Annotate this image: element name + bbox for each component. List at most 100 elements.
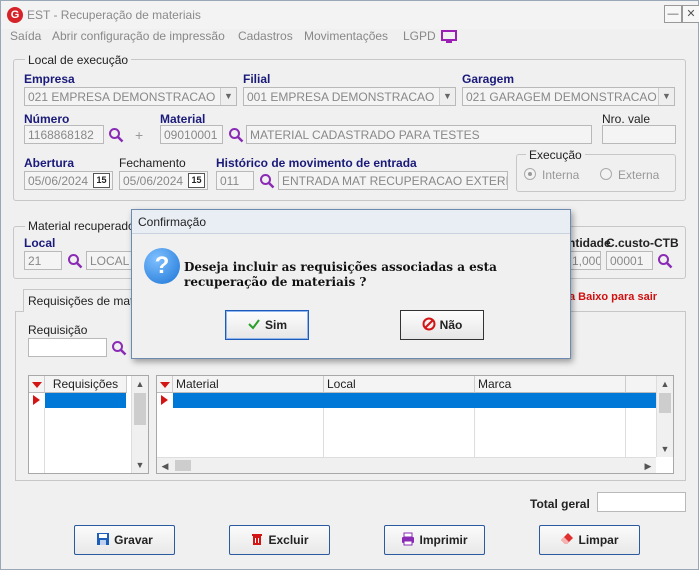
imprimir-button[interactable]: Imprimir [384,525,485,555]
tab-requisicoes[interactable]: Requisições de mater [23,289,144,312]
grid1-scrollbar[interactable]: ▲ ▼ [131,376,148,473]
dialog-title: Confirmação [132,210,570,234]
grid2-col-divider-1 [323,408,324,457]
grid2-hscroll-thumb[interactable] [175,460,191,471]
grid1-header-requisicoes[interactable]: Requisições [45,376,127,393]
material-code-input[interactable]: 09010001 [160,125,223,144]
abertura-calendar-icon[interactable]: 15 [93,173,110,188]
fechamento-label: Fechamento [119,156,186,170]
ccusto-search-icon[interactable] [657,253,673,269]
grid2-scroll-down-icon[interactable]: ▼ [657,441,673,457]
menu-lgpd[interactable]: LGPD [403,29,436,43]
material-label: Material [160,112,206,126]
local-description-field: LOCAL D [86,251,136,270]
abertura-label: Abertura [24,156,75,170]
execucao-interna-label: Interna [542,168,580,182]
printer-icon [402,532,415,546]
menu-movimentacoes[interactable]: Movimentações [304,29,388,43]
monitor-icon[interactable] [441,30,457,43]
grid2-header-local[interactable]: Local [324,376,475,393]
grid2-hscrollbar[interactable]: ◀ ▶ [157,457,656,473]
nro-vale-input[interactable] [602,125,676,144]
empresa-dropdown-icon[interactable]: ▼ [220,88,236,105]
requisicao-input[interactable] [28,338,107,357]
historico-search-icon[interactable] [259,173,275,189]
historico-code-input[interactable]: 011 [216,171,254,190]
grid2-vscrollbar[interactable]: ▲ ▼ [656,376,673,457]
grid1-divider [44,408,45,473]
sim-button[interactable]: Sim [225,310,309,340]
ccusto-input[interactable]: 00001 [606,251,653,270]
numero-input[interactable]: 1168868182 [24,125,104,144]
table-row[interactable] [173,393,657,408]
historico-label: Histórico de movimento de entrada [216,156,417,170]
nao-button[interactable]: Não [400,310,484,340]
limpar-button[interactable]: Limpar [539,525,640,555]
filial-label: Filial [243,72,271,86]
quantidade-label: ntidade [568,236,611,250]
grid2-scroll-left-icon[interactable]: ◀ [157,458,173,474]
requisicao-label: Requisição [28,323,88,337]
check-icon [248,319,260,330]
grid2-indicator-header [157,376,173,393]
grid2-vscroll-thumb[interactable] [659,393,671,413]
grid2-header-marca[interactable]: Marca [475,376,626,393]
requisicao-search-icon[interactable] [111,340,127,356]
close-button[interactable]: ✕ [682,5,699,23]
nro-vale-label: Nro. vale [602,112,651,126]
local-code-input[interactable]: 21 [24,251,62,270]
confirmation-dialog: Confirmação ? Deseja incluir as requisiç… [131,209,571,359]
material-recuperado-legend: Material recuperado [25,219,138,233]
nao-label: Não [439,318,463,332]
menu-cadastros[interactable]: Cadastros [238,29,293,43]
historico-description-field: ENTRADA MAT RECUPERACAO EXTERNA [278,171,508,190]
trash-icon [252,534,263,545]
window-title: EST - Recuperação de materiais [27,8,201,22]
requisicoes-grid[interactable]: Requisições ▲ ▼ [28,375,149,474]
garagem-dropdown-icon[interactable]: ▼ [658,88,674,105]
materiais-grid[interactable]: Material Local Marca ▲ ▼ ◀ ▶ [156,375,674,474]
quantidade-input[interactable]: 1,000 [568,251,601,270]
local-search-icon[interactable] [67,253,83,269]
garagem-select[interactable]: 021 GARAGEM DEMONSTRACAO [462,87,675,106]
garagem-label: Garagem [462,72,515,86]
question-icon: ? [144,248,180,284]
limpar-label: Limpar [578,533,619,547]
total-geral-label: Total geral [530,497,590,511]
grid2-scroll-up-icon[interactable]: ▲ [657,376,673,392]
add-icon[interactable]: + [135,127,143,143]
grid1-scroll-down-icon[interactable]: ▼ [132,457,148,473]
filial-select[interactable]: 001 EMPRESA DEMONSTRACAO [243,87,456,106]
material-search-icon[interactable] [228,127,244,143]
eraser-icon [561,533,574,544]
imprimir-label: Imprimir [419,533,468,547]
local-label: Local [24,236,56,250]
main-window: G EST - Recuperação de materiais — ✕ Saí… [0,0,699,570]
grid2-scroll-right-icon[interactable]: ▶ [640,458,656,474]
local-execucao-legend: Local de execução [25,53,132,67]
material-description-field: MATERIAL CADASTRADO PARA TESTES [246,125,592,144]
filial-dropdown-icon[interactable]: ▼ [439,88,455,105]
grid1-scroll-up-icon[interactable]: ▲ [132,376,148,392]
total-geral-field [597,492,686,512]
gravar-button[interactable]: Gravar [74,525,175,555]
excluir-button[interactable]: Excluir [229,525,330,555]
minimize-button[interactable]: — [664,5,682,23]
menu-abrir-configuracao[interactable]: Abrir configuração de impressão [52,29,225,43]
exit-hint: a Baixo para sair [569,291,658,303]
save-icon [97,533,110,545]
execucao-interna-radio[interactable] [524,168,536,180]
app-logo-icon: G [7,7,23,23]
menu-saida[interactable]: Saída [10,29,41,43]
grid2-row-indicator-icon [157,393,173,408]
table-row[interactable] [45,393,126,408]
empresa-select[interactable]: 021 EMPRESA DEMONSTRACAO [24,87,237,106]
numero-label: Número [24,112,70,126]
fechamento-calendar-icon[interactable]: 15 [188,173,205,188]
grid1-scroll-thumb[interactable] [134,393,146,425]
sim-label: Sim [264,318,287,332]
grid2-header-material[interactable]: Material [173,376,324,393]
execucao-externa-radio[interactable] [600,168,612,180]
numero-search-icon[interactable] [108,127,124,143]
cancel-icon [422,317,436,331]
